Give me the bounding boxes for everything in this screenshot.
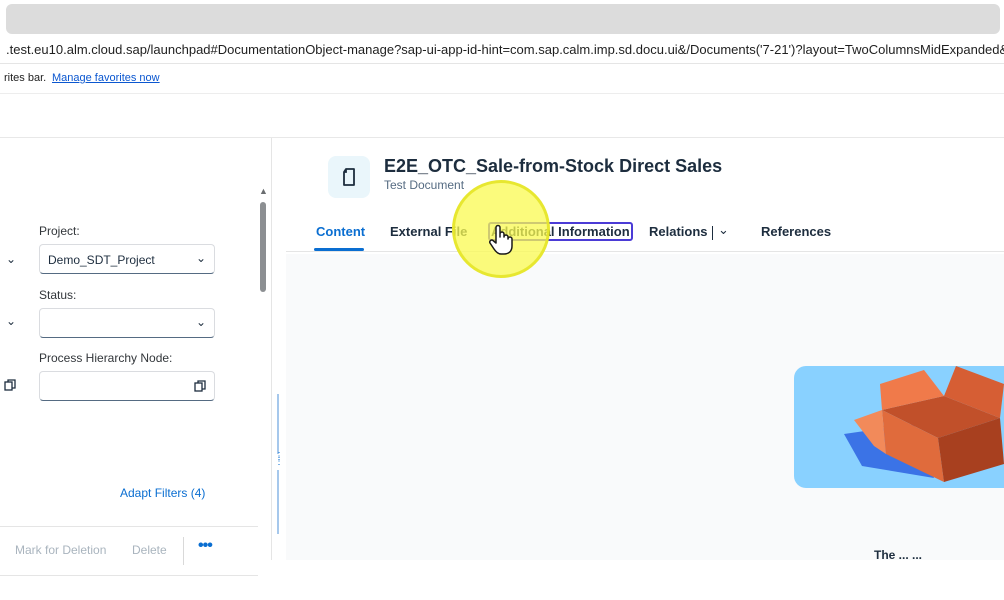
favorites-bar: rites bar. Manage favorites now — [0, 64, 1004, 94]
scrollbar-thumb[interactable] — [260, 202, 266, 292]
project-select[interactable]: Demo_SDT_Project ⌄ — [39, 244, 215, 274]
empty-state-illustration — [794, 366, 1004, 488]
tab-bar: Content External File Additional Informa… — [286, 216, 1004, 252]
address-bar-url[interactable]: .test.eu10.alm.cloud.sap/launchpad#Docum… — [6, 42, 1004, 57]
document-icon — [328, 156, 370, 198]
chevron-down-icon: ⌄ — [195, 251, 206, 265]
object-page-column: E2E_OTC_Sale-from-Stock Direct Sales Tes… — [286, 138, 1004, 562]
tab-content[interactable]: Content — [316, 224, 365, 239]
value-help-icon[interactable] — [194, 379, 206, 393]
status-label: Status: — [39, 288, 77, 302]
tab-relations[interactable]: Relations — [649, 224, 708, 239]
list-report-column: ⌄ ⌄ Project: Demo_SDT_Project ⌄ Status: … — [0, 138, 272, 576]
splitter-grip-icon[interactable]: ⋮ ⋮ — [274, 452, 284, 470]
favorites-bar-text: rites bar. — [4, 72, 47, 84]
tab-content-area: The ... ... — [286, 254, 1004, 562]
adapt-filters-button[interactable]: Adapt Filters (4) — [120, 486, 205, 500]
vertical-scrollbar[interactable]: ▲ — [258, 186, 268, 600]
process-hierarchy-label: Process Hierarchy Node: — [39, 351, 173, 365]
shell-bar — [0, 94, 1004, 138]
column-splitter[interactable]: ⋮ ⋮ — [274, 394, 284, 534]
chevron-down-icon[interactable]: ⌄ — [6, 314, 16, 328]
page-subtitle: Test Document — [384, 178, 465, 192]
browser-tab-strip — [6, 4, 1000, 34]
project-label: Project: — [39, 224, 80, 238]
mark-for-deletion-button[interactable]: Mark for Deletion — [15, 543, 106, 557]
hand-cursor-icon — [488, 224, 518, 261]
more-actions-button[interactable]: ••• — [198, 537, 213, 555]
project-value: Demo_SDT_Project — [48, 253, 155, 267]
address-bar[interactable]: .test.eu10.alm.cloud.sap/launchpad#Docum… — [0, 36, 1004, 64]
chevron-down-icon[interactable]: ⌄ — [6, 252, 16, 266]
page-title: E2E_OTC_Sale-from-Stock Direct Sales — [384, 156, 723, 176]
chevron-down-icon: ⌄ — [195, 315, 206, 329]
active-tab-indicator — [314, 248, 364, 251]
manage-favorites-link[interactable]: Manage favorites now — [52, 72, 160, 84]
tab-references[interactable]: References — [761, 224, 831, 239]
chevron-down-icon[interactable]: ⌄ — [718, 222, 729, 238]
status-select[interactable]: ⌄ — [39, 308, 215, 338]
tab-divider — [712, 226, 713, 240]
table-toolbar: Mark for Deletion Delete ••• — [0, 526, 258, 576]
scroll-up-arrow-icon[interactable]: ▲ — [259, 186, 268, 196]
process-hierarchy-input[interactable] — [39, 371, 215, 401]
delete-button[interactable]: Delete — [132, 543, 167, 557]
fiori-app: ⌄ ⌄ Project: Demo_SDT_Project ⌄ Status: … — [0, 94, 1004, 576]
value-help-icon[interactable] — [4, 378, 16, 395]
toolbar-separator — [183, 537, 184, 565]
